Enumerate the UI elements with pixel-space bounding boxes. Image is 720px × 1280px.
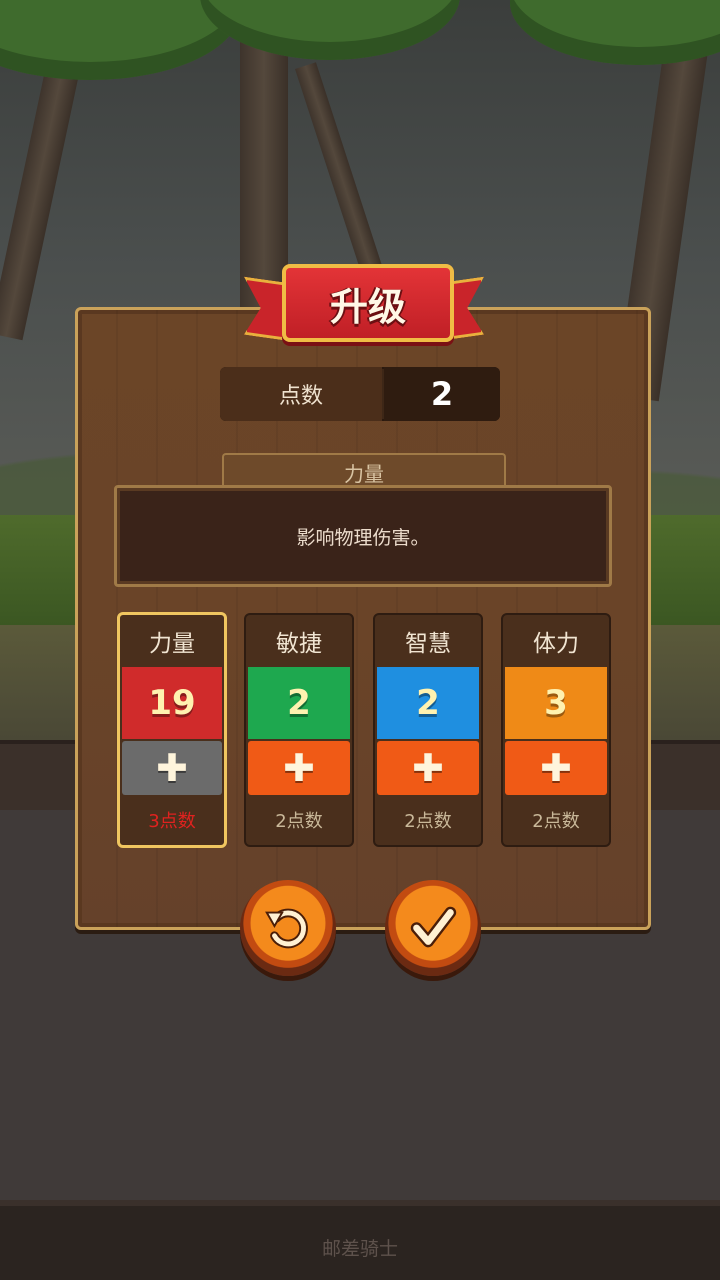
confirm-button[interactable] <box>385 880 481 976</box>
wisdom-plus-button[interactable]: ✚ <box>377 741 479 795</box>
description-header: 力量 <box>222 453 506 489</box>
stat-name: 智慧 <box>405 631 451 657</box>
stat-cost: 2点数 <box>404 811 452 832</box>
checkmark-icon <box>410 906 457 948</box>
agility-plus-button[interactable]: ✚ <box>248 741 350 795</box>
description-text: 影响物理伤害。 <box>296 526 430 549</box>
stat-name: 力量 <box>149 631 195 657</box>
footer-watermark: 邮差骑士 <box>321 1238 398 1260</box>
points-value: 2 <box>384 367 500 421</box>
plus-icon: ✚ <box>412 746 444 790</box>
stat-value: 19 <box>122 667 222 739</box>
plus-icon: ✚ <box>156 746 188 790</box>
stat-name: 体力 <box>533 631 579 657</box>
undo-icon <box>265 908 308 949</box>
stamina-plus-button[interactable]: ✚ <box>505 741 607 795</box>
stat-card-agility[interactable]: 敏捷 2 ✚ 2点数 <box>244 613 354 847</box>
stat-card-wisdom[interactable]: 智慧 2 ✚ 2点数 <box>373 613 483 847</box>
stat-name: 敏捷 <box>276 631 322 657</box>
plus-icon: ✚ <box>283 746 315 790</box>
stat-value: 2 <box>248 667 350 739</box>
stat-value: 3 <box>505 667 607 739</box>
dialog-title: 升级 <box>329 284 406 329</box>
stat-cost: 2点数 <box>532 811 580 832</box>
stat-cost: 2点数 <box>275 811 323 832</box>
strength-plus-button[interactable]: ✚ <box>122 741 222 795</box>
reset-button[interactable] <box>240 880 336 976</box>
stat-value: 2 <box>377 667 479 739</box>
title-banner: 升级 <box>244 260 484 352</box>
plus-icon: ✚ <box>540 746 572 790</box>
points-label: 点数 <box>220 367 382 421</box>
stat-card-strength[interactable]: 力量 19 ✚ 3点数 <box>117 612 227 848</box>
stat-cost: 3点数 <box>148 811 196 832</box>
stat-card-stamina[interactable]: 体力 3 ✚ 2点数 <box>501 613 611 847</box>
points-display: 点数 2 <box>220 367 500 421</box>
description-box: 影响物理伤害。 <box>114 485 612 587</box>
